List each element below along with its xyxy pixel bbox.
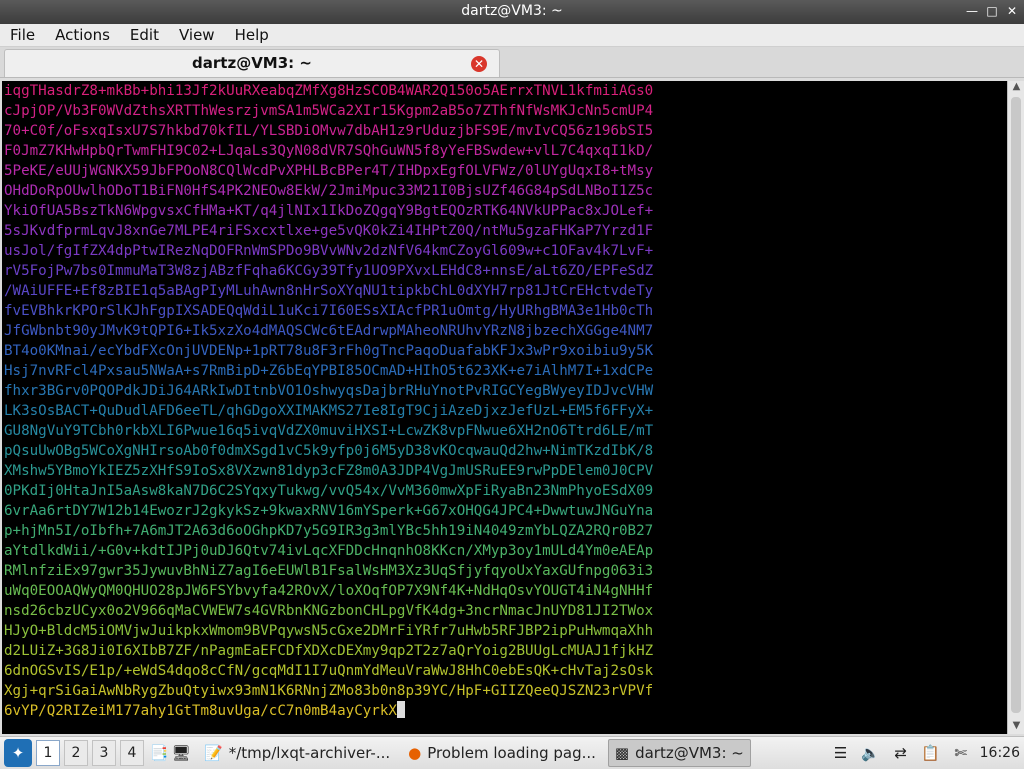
clipboard-icon[interactable]: ☰	[830, 742, 852, 764]
close-tab-icon[interactable]: ✕	[471, 56, 487, 72]
workspace-1[interactable]: 1	[36, 740, 60, 766]
menu-help[interactable]: Help	[225, 26, 279, 44]
terminal-line: Xgj+qrSiGaiAwNbRygZbuQtyiwx93mN1K6RNnjZM…	[4, 683, 654, 699]
network-icon[interactable]: ⇄	[890, 742, 912, 764]
system-tray: ☰ 🔈 ⇄ 📋 ✄ 16:26	[830, 742, 1024, 764]
start-menu-icon[interactable]: ✦	[4, 739, 32, 767]
text-editor-icon: 📝	[204, 744, 223, 762]
terminal-cursor	[396, 701, 405, 718]
terminal-line: 6vYP/Q2RIZeiM177ahy1GtTm8uvUga/cC7n0mB4a…	[4, 701, 1009, 721]
scroll-up-icon[interactable]: ▲	[1008, 81, 1024, 95]
workspace-2[interactable]: 2	[64, 740, 88, 766]
task-archiver[interactable]: 📝 */tmp/lxqt-archiver-...	[198, 740, 396, 766]
terminal-line: 70+C0f/oFsxqIsxU7S7hkbd70kfIL/YLSBDiOMvw…	[4, 123, 654, 139]
terminal-line: 0PKdIj0HtaJnI5aAsw8kaN7D6C2SYqxyTukwg/vv…	[4, 483, 654, 499]
menu-actions[interactable]: Actions	[45, 26, 120, 44]
task-browser[interactable]: ● Problem loading pag...	[402, 740, 602, 766]
terminal-line: pQsuUwOBg5WCoXgNHIrsoAb0f0dmXSgd1vC5k9yf…	[4, 443, 654, 459]
terminal-line: OHdDoRpOUwlhODoT1BiFN0HfS4PK2NEOw8EkW/2J…	[4, 183, 654, 199]
terminal-line: aYtdlkdWii/+G0v+kdtIJPj0uDJ6Qtv74ivLqcXF…	[4, 543, 654, 559]
minimize-icon[interactable]: —	[964, 3, 980, 19]
screenshot-icon[interactable]: ✄	[950, 742, 972, 764]
terminal-line: HJyO+BldcM5iOMVjwJuikpkxWmom9BVPqywsN5cG…	[4, 623, 654, 639]
workspace-4[interactable]: 4	[120, 740, 144, 766]
terminal-line: fhxr3BGrv0PQOPdkJDiJ64ARkIwDItnbVO1Oshwy…	[4, 383, 654, 399]
menu-file[interactable]: File	[0, 26, 45, 44]
task-browser-label: Problem loading pag...	[427, 744, 596, 762]
tab-terminal[interactable]: dartz@VM3: ~ ✕	[4, 49, 500, 77]
terminal-line: BT4o0KMnai/ecYbdFXcOnjUVDENp+1pRT78u8F3r…	[4, 343, 654, 359]
maximize-icon[interactable]: □	[984, 3, 1000, 19]
terminal-line: JfGWbnbt90yJMvK9tQPI6+Ik5xzXo4dMAQSCWc6t…	[4, 323, 654, 339]
tab-bar: dartz@VM3: ~ ✕	[0, 47, 1024, 78]
terminal-line: F0JmZ7KHwHpbQrTwmFHI9C02+LJqaLs3QyN08dVR…	[4, 143, 654, 159]
terminal-line: 6vrAa6rtDY7W12b14EwozrJ2gkykSz+9kwaxRNV1…	[4, 503, 654, 519]
firefox-icon: ●	[408, 744, 422, 762]
terminal-line: 5PeKE/eUUjWGNKX59JbFPOoN8CQlWcdPvXPHLBcB…	[4, 163, 654, 179]
terminal-line: 6dnOGSvIS/E1p/+eWdS4dqo8cCfN/gcqMdI1I7uQ…	[4, 663, 654, 679]
terminal-line: uWq0EOOAQWyQM0QHUO28pJW6FSYbvyfa42ROvX/l…	[4, 583, 654, 599]
terminal-line: fvEVBhkrKPOrSlKJhFgpIXSADEQqWdiL1uKci7I6…	[4, 303, 654, 319]
close-window-icon[interactable]: ✕	[1004, 3, 1020, 19]
task-terminal[interactable]: ▩ dartz@VM3: ~	[607, 739, 751, 767]
terminal-line: /WAiUFFE+Ef8zBIE1q5aBAgPIyMLuhAwn8nHrSoX…	[4, 283, 654, 299]
notes-icon[interactable]: 📋	[920, 742, 942, 764]
terminal-line: 5sJKvdfprmLqvJ8xnGe7MLPE4riFSxcxtlxe+ge5…	[4, 223, 654, 239]
terminal-line: YkiOfUA5BszTkN6WpgvsxCfHMa+KT/q4jlNIx1Ik…	[4, 203, 654, 219]
terminal-line: nsd26cbzUCyx0o2V966qMaCVWEW7s4GVRbnKNGzb…	[4, 603, 654, 619]
clock[interactable]: 16:26	[980, 745, 1020, 761]
show-desktop-icon[interactable]: 🖥	[170, 742, 192, 764]
window-titlebar[interactable]: dartz@VM3: ~ — □ ✕	[0, 0, 1024, 24]
scroll-down-icon[interactable]: ▼	[1008, 720, 1024, 734]
terminal-output[interactable]: iqgTHasdrZ8+mkBb+bhi13Jf2kUuRXeabqZMfXg8…	[2, 81, 1009, 734]
volume-icon[interactable]: 🔈	[860, 742, 882, 764]
terminal-icon: ▩	[614, 744, 630, 762]
terminal-line: Hsj7nvRFcl4Pxsau5NWaA+s7RmBipD+Z6bEqYPBI…	[4, 363, 654, 379]
terminal-line: usJol/fgIfZX4dpPtwIRezNqDOFRnWmSPDo9BVvW…	[4, 243, 654, 259]
terminal-line: LK3sOsBACT+QuDudlAFD6eeTL/qhGDgoXXIMAKMS…	[4, 403, 654, 419]
scrollbar[interactable]: ▲ ▼	[1007, 81, 1024, 734]
tab-label: dartz@VM3: ~	[192, 54, 312, 72]
terminal-line: cJpjOP/Vb3F0WVdZthsXRTThWesrzjvmSA1m5WCa…	[4, 103, 654, 119]
terminal-line: d2LUiZ+3G8Ji0I6XIbB7ZF/nPagmEaEFCDfXDXcD…	[4, 643, 654, 659]
terminal-line: rV5FojPw7bs0ImmuMaT3W8zjABzfFqha6KCGy39T…	[4, 263, 654, 279]
scrollbar-thumb[interactable]	[1011, 97, 1021, 713]
file-manager-icon[interactable]: 📑	[148, 742, 170, 764]
menu-view[interactable]: View	[169, 26, 225, 44]
workspace-3[interactable]: 3	[92, 740, 116, 766]
menu-edit[interactable]: Edit	[120, 26, 169, 44]
task-archiver-label: */tmp/lxqt-archiver-...	[228, 744, 391, 762]
menubar: File Actions Edit View Help	[0, 24, 1024, 47]
terminal-line: iqgTHasdrZ8+mkBb+bhi13Jf2kUuRXeabqZMfXg8…	[4, 83, 654, 99]
task-terminal-label: dartz@VM3: ~	[635, 744, 744, 762]
taskbar: ✦ 1 2 3 4 📑 🖥 📝 */tmp/lxqt-archiver-... …	[0, 736, 1024, 769]
terminal-line: p+hjMn5I/oIbfh+7A6mJT2A63d6oOGhpKD7y5G9I…	[4, 523, 654, 539]
terminal-line: RMlnfziEx97gwr35JywuvBhNiZ7agI6eEUWlB1Fs…	[4, 563, 654, 579]
window-title: dartz@VM3: ~	[461, 3, 563, 19]
terminal-line: XMshw5YBmoYkIEZ5zXHfS9IoSx8VXzwn81dyp3cF…	[4, 463, 654, 479]
terminal-line: GU8NgVuY9TCbh0rkbXLI6Pwue16q5ivqVdZX0muv…	[4, 423, 654, 439]
